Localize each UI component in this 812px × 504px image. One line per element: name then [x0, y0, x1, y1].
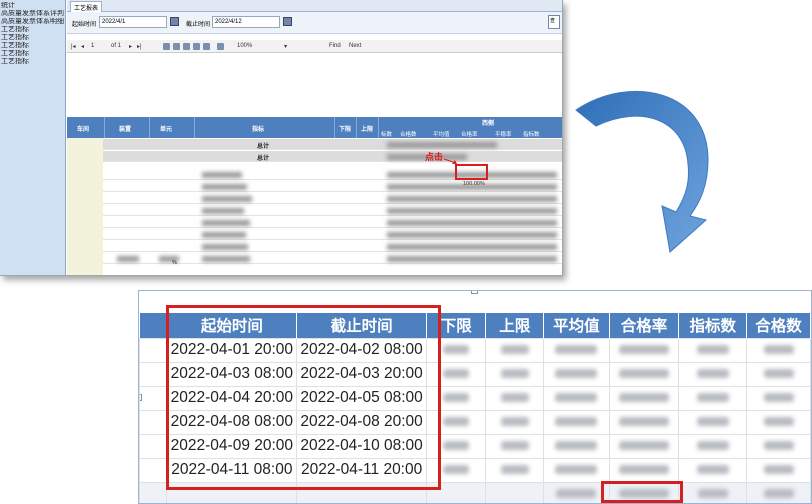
calendar-icon[interactable]: [283, 17, 292, 26]
group-header: 西侧: [482, 121, 495, 127]
setup-icon[interactable]: [193, 43, 200, 50]
sub-header: 平稳率: [495, 132, 512, 138]
chevron-down-icon[interactable]: ▾: [284, 43, 287, 50]
col-header-pass-rate: 合格率: [609, 313, 680, 338]
highlight-box: [455, 164, 488, 180]
time-range-highlight-box: [166, 305, 441, 490]
click-annotation: 点击: [425, 152, 444, 162]
export-icon[interactable]: [203, 43, 210, 50]
sidebar-item[interactable]: 高质量发票体系明细: [1, 18, 64, 26]
col-header: 上限: [361, 127, 374, 133]
refresh-icon[interactable]: [163, 43, 170, 50]
end-time-label: 截止时间: [186, 22, 211, 28]
curved-arrow-icon: [575, 90, 709, 253]
sub-header: 标数: [381, 132, 393, 138]
col-header: 下限: [339, 127, 352, 133]
table-row: [67, 229, 562, 240]
sidebar-item[interactable]: 工艺指标: [1, 50, 64, 58]
sidebar-item[interactable]: 高质量发票体系评判: [1, 10, 64, 18]
total-label: 总计: [257, 156, 270, 162]
page-number[interactable]: 1: [91, 43, 94, 49]
sub-header: 平均值: [433, 132, 450, 138]
page-count: of 1: [111, 43, 122, 49]
prev-page-icon[interactable]: ◂: [81, 43, 84, 50]
zoomed-table: 起始时间 截止时间 下限 上限 平均值 合格率 指标数 合格数 2022-04-…: [138, 290, 812, 504]
table-row: [67, 181, 562, 192]
table-row: 总计: [67, 151, 562, 162]
col-header: 装置: [119, 127, 132, 133]
filter-bar: 起始时间 2022/4/1 截止时间 2022/4/12 查: [67, 12, 562, 34]
start-time-input[interactable]: 2022/4/1: [99, 16, 167, 28]
pass-rate-highlight-box: [601, 481, 683, 503]
sidebar-item[interactable]: 工艺指标: [1, 42, 64, 50]
percent-value: 100.00%: [463, 181, 485, 187]
last-page-icon[interactable]: ▸|: [137, 43, 142, 50]
table-row: [67, 217, 562, 228]
next-page-icon[interactable]: ▸: [129, 43, 132, 50]
sidebar-item[interactable]: 工艺指标: [1, 34, 64, 42]
zoom-select[interactable]: 100%: [237, 43, 252, 49]
calendar-icon[interactable]: [170, 17, 179, 26]
sidebar: 统计 高质量发票体系评判 高质量发票体系明细 工艺指标 工艺指标 工艺指标 工艺…: [0, 0, 66, 275]
print-icon[interactable]: [173, 43, 180, 50]
sub-header: 指标数: [523, 132, 540, 138]
start-time-label: 起始时间: [72, 22, 97, 28]
tab-bar: 工艺报表: [67, 0, 562, 12]
sub-header: 合格数: [400, 132, 417, 138]
report-screenshot: 统计 高质量发票体系评判 高质量发票体系明细 工艺指标 工艺指标 工艺指标 工艺…: [0, 0, 563, 276]
tab-report[interactable]: 工艺报表: [70, 1, 103, 12]
table-row: [67, 253, 562, 264]
col-header-upper-limit: 上限: [485, 313, 544, 338]
col-header-average: 平均值: [543, 313, 610, 338]
find-link[interactable]: Find: [329, 43, 341, 49]
first-page-icon[interactable]: |◂: [71, 43, 76, 50]
table-row: [67, 193, 562, 204]
report-toolbar: |◂ ◂ 1 of 1 ▸ ▸| 100% ▾ Find Next: [67, 40, 562, 53]
query-button[interactable]: 查: [548, 15, 560, 29]
sidebar-item[interactable]: 统计: [1, 2, 64, 10]
col-header-indicator-count: 指标数: [678, 313, 748, 338]
table-row: 总计: [67, 139, 562, 150]
next-link[interactable]: Next: [349, 43, 361, 49]
table-row: [67, 241, 562, 252]
sub-header: 合格率: [461, 132, 478, 138]
total-label: 总计: [257, 144, 270, 150]
layout-icon[interactable]: [183, 43, 190, 50]
col-header: 单元: [160, 127, 173, 133]
table-row: [67, 205, 562, 216]
sidebar-item[interactable]: 工艺指标: [1, 26, 64, 34]
zoom-icon[interactable]: [217, 43, 224, 50]
end-time-input[interactable]: 2022/4/12: [212, 16, 280, 28]
col-header: 指标: [252, 127, 265, 133]
col-header-pass-count: 合格数: [746, 313, 811, 338]
sidebar-item[interactable]: 工艺指标: [1, 58, 64, 66]
small-percent: %: [172, 260, 177, 266]
col-header: 车间: [77, 127, 90, 133]
report-table: 车间 装置 单元 指标 下限 上限 西侧 标数 合格数 平均值 合格率 平稳率 …: [67, 117, 562, 275]
report-table-header: 车间 装置 单元 指标 下限 上限 西侧 标数 合格数 平均值 合格率 平稳率 …: [67, 117, 562, 138]
